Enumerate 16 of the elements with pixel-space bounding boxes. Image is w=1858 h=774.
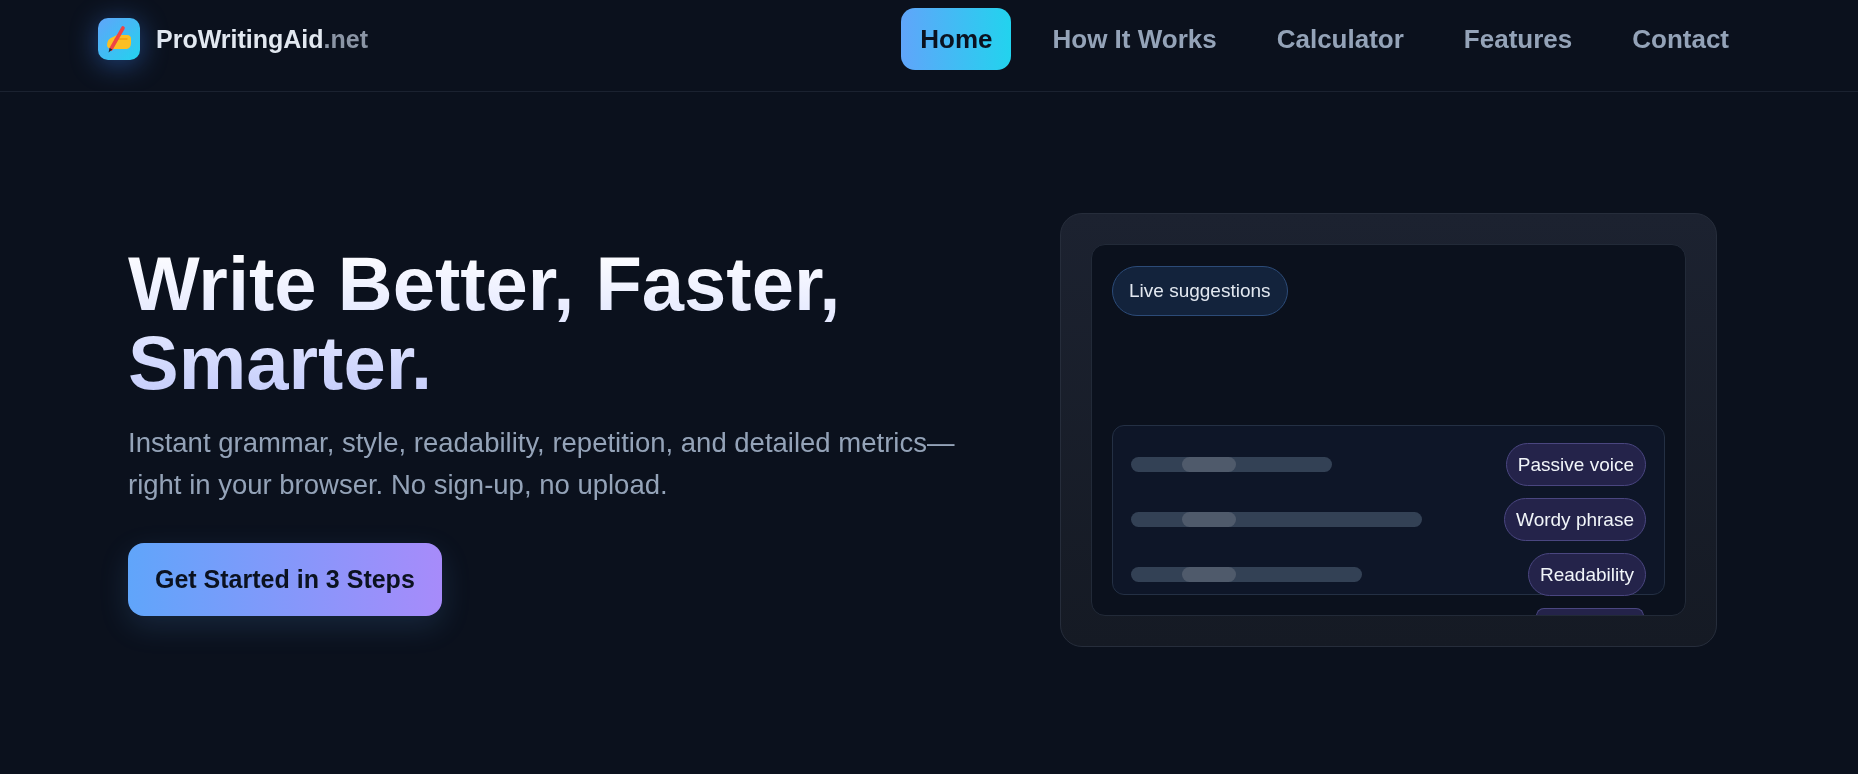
hero-subtitle: Instant grammar, style, readability, repetition, and detailed metrics—right in your browser. No sign-up, no upload. <box>128 426 956 502</box>
nav-link[interactable]: How It Works <box>1033 8 1236 70</box>
highlight-mark <box>1182 457 1236 472</box>
nav-link[interactable]: Features <box>1444 8 1592 70</box>
nav-link[interactable]: Calculator <box>1257 8 1423 70</box>
suggestion-tag: Readability <box>1528 553 1646 596</box>
nav-link[interactable]: Home <box>901 8 1012 70</box>
brand-name[interactable]: ProWritingAid.net <box>156 24 369 54</box>
live-suggestions-badge: Live suggestions <box>1112 266 1288 316</box>
suggestion-tag: Wordy phrase <box>1504 498 1646 541</box>
highlight-mark <box>1182 567 1236 582</box>
highlight-mark <box>1182 512 1236 527</box>
writing-hand-icon <box>98 18 140 60</box>
suggestion-tag: Passive voice <box>1505 443 1646 486</box>
get-started-button[interactable]: Get Started in 3 Steps <box>128 543 442 616</box>
nav-link[interactable]: Contact <box>1613 8 1748 70</box>
